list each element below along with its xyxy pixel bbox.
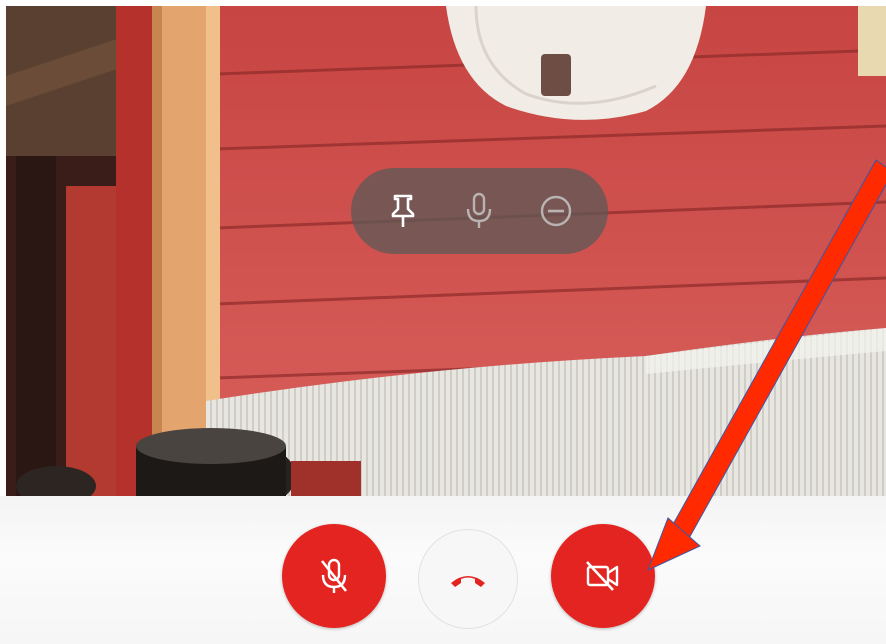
pin-icon xyxy=(391,194,415,227)
remove-participant-button[interactable] xyxy=(528,183,584,239)
mute-microphone-button[interactable] xyxy=(282,524,386,628)
microphone-icon xyxy=(467,192,492,228)
hang-up-button[interactable] xyxy=(418,529,518,629)
participant-overlay-controls xyxy=(351,168,608,254)
hang-up-icon xyxy=(451,576,485,587)
pin-button[interactable] xyxy=(375,183,431,239)
microphone-off-icon xyxy=(320,558,348,593)
turn-off-camera-button[interactable] xyxy=(551,524,655,628)
camera-off-icon xyxy=(586,561,619,591)
video-feed xyxy=(6,6,886,496)
remove-icon xyxy=(540,195,572,227)
participant-mic-button[interactable] xyxy=(451,183,507,239)
